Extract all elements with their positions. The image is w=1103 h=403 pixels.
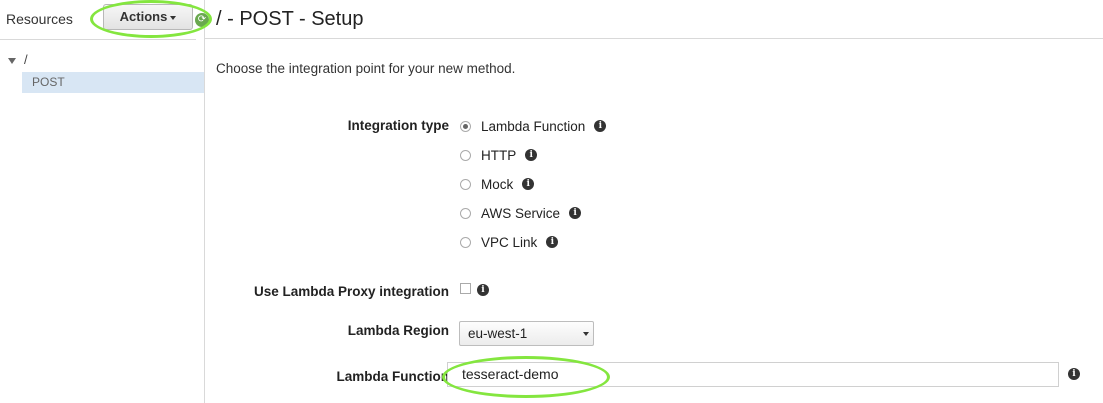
radio-button[interactable] [460,120,471,132]
radio-label: HTTP [481,147,517,163]
lambda-region-select[interactable]: eu-west-1 [459,321,594,346]
tree-item-root[interactable]: / [8,52,28,67]
page-title: / - POST - Setup [216,8,364,30]
info-icon[interactable]: i [546,236,559,248]
tree-post-label: POST [32,75,65,89]
resources-label: Resources [6,11,73,27]
tree-root-label: / [24,52,28,67]
radio-label: Mock [481,176,514,192]
info-icon[interactable]: i [477,284,489,296]
actions-button[interactable]: Actions [103,4,193,30]
info-icon[interactable]: i [1068,368,1080,380]
panel-divider [0,39,196,40]
integration-type-label: Integration type [347,118,449,133]
radio-label: AWS Service [481,205,561,221]
proxy-integration-label: Use Lambda Proxy integration [253,284,449,299]
caret-down-icon [170,15,177,20]
proxy-integration-checkbox[interactable] [460,283,471,294]
actions-label: Actions [119,9,168,24]
info-icon[interactable]: i [569,207,582,219]
radio-button[interactable] [460,149,471,161]
lambda-function-label: Lambda Function [336,369,450,384]
radio-http[interactable]: HTTP i [460,146,538,164]
function-value: tesseract-demo [462,366,559,382]
intro-text: Choose the integration point for your ne… [216,61,516,76]
radio-label: Lambda Function [481,118,586,134]
radio-button[interactable] [460,207,471,219]
radio-vpc-link[interactable]: VPC Link i [460,233,559,251]
info-icon[interactable]: i [525,149,538,161]
region-value: eu-west-1 [468,326,528,341]
lambda-region-label: Lambda Region [347,323,449,338]
title-divider [205,38,1103,39]
radio-aws-service[interactable]: AWS Service i [460,204,582,222]
sync-icon[interactable]: ⟳ [195,13,209,27]
info-icon[interactable]: i [522,178,535,190]
radio-label: VPC Link [481,234,538,250]
caret-down-icon [583,332,589,336]
expand-caret-icon[interactable] [8,57,16,64]
radio-button[interactable] [460,178,471,190]
radio-mock[interactable]: Mock i [460,175,535,193]
tree-item-post[interactable]: POST [22,72,204,93]
radio-lambda-function[interactable]: Lambda Function i [460,117,607,135]
resources-panel: Resources Actions / POST [0,0,205,403]
radio-button[interactable] [460,236,471,248]
info-icon[interactable]: i [594,120,607,132]
lambda-function-input[interactable]: tesseract-demo [447,362,1059,387]
